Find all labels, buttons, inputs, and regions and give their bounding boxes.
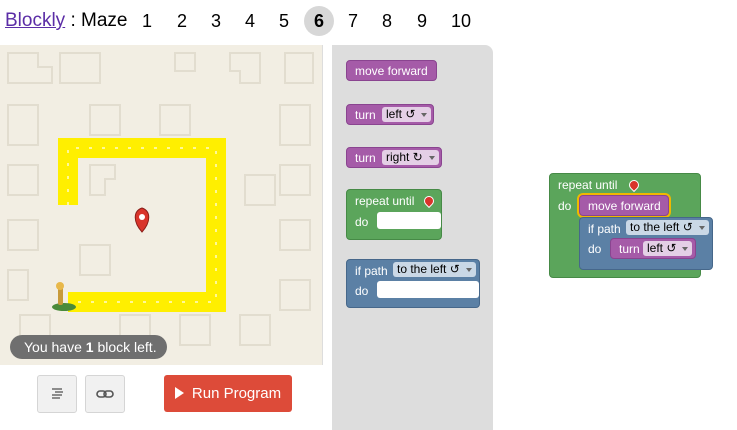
bottom-toolbar: Run Program [0, 365, 332, 430]
status-count: 1 [85, 339, 94, 355]
block-label: move forward [355, 64, 428, 78]
run-program-button[interactable]: Run Program [164, 375, 292, 412]
goal-marker-icon [421, 193, 437, 209]
program-workspace[interactable]: repeat until do move forward if path to … [493, 45, 737, 430]
block-label: turn [619, 242, 640, 256]
block-label: turn [355, 151, 376, 165]
goal-marker-icon [626, 177, 642, 193]
workspace-repeat-until-block[interactable]: repeat until do move forward if path to … [549, 173, 713, 278]
workspace-move-forward-block[interactable]: move forward [579, 195, 669, 216]
dropdown-value: left ↺ [647, 241, 677, 255]
turn-direction-dropdown[interactable]: left ↺ [643, 241, 693, 256]
toolbox-turn-right-block[interactable]: turn right ↻ [346, 147, 442, 168]
chevron-down-icon [682, 247, 689, 251]
toolbox-move-forward-block[interactable]: move forward [346, 60, 437, 81]
page-title: Maze [81, 10, 128, 31]
maze-canvas: You have 1 block left. [0, 45, 323, 365]
header: Blockly : Maze 1 2 3 4 5 6 7 8 9 10 [0, 0, 737, 42]
breadcrumb: Blockly : Maze [5, 10, 128, 32]
workspace-if-path-block[interactable]: if path to the left ↺ do turn left ↺ [579, 217, 713, 270]
level-9-link[interactable]: 9 [407, 6, 437, 36]
chevron-down-icon [428, 156, 435, 160]
dropdown-value: right ↻ [386, 150, 423, 164]
dropdown-value: to the left ↺ [630, 220, 693, 234]
status-suffix: block left. [93, 339, 157, 355]
level-3-link[interactable]: 3 [201, 6, 231, 36]
blockly-home-link[interactable]: Blockly [5, 10, 65, 31]
level-2-link[interactable]: 2 [167, 6, 197, 36]
blocks-left-status: You have 1 block left. [10, 335, 167, 359]
statement-slot[interactable] [377, 212, 441, 229]
block-do-label: do [558, 199, 572, 213]
show-code-button[interactable] [37, 375, 77, 413]
block-label: if path [355, 264, 388, 278]
dropdown-value: to the left ↺ [397, 262, 460, 276]
turn-direction-dropdown[interactable]: left ↺ [382, 107, 432, 122]
level-8-link[interactable]: 8 [372, 6, 402, 36]
block-label: repeat until [558, 178, 618, 192]
block-toolbox: move forward turn left ↺ turn right ↻ re… [332, 45, 493, 430]
maze-board [7, 52, 314, 356]
link-button[interactable] [85, 375, 125, 413]
code-icon [52, 388, 63, 399]
path-direction-dropdown[interactable]: to the left ↺ [393, 262, 476, 277]
level-6-link[interactable]: 6 [304, 6, 334, 36]
level-7-link[interactable]: 7 [338, 6, 368, 36]
block-do-label: do [355, 284, 369, 298]
chevron-down-icon [465, 268, 472, 272]
block-label: repeat until [355, 194, 415, 208]
level-10-link[interactable]: 10 [446, 6, 476, 36]
breadcrumb-separator: : [65, 10, 82, 31]
statement-slot[interactable] [377, 281, 479, 298]
block-label: if path [588, 222, 621, 236]
level-1-link[interactable]: 1 [132, 6, 162, 36]
workspace-turn-left-block[interactable]: turn left ↺ [610, 238, 696, 259]
block-label: turn [355, 108, 376, 122]
status-prefix: You have [24, 339, 86, 355]
chevron-down-icon [421, 113, 428, 117]
toolbox-if-path-block[interactable]: if path to the left ↺ do [346, 259, 480, 308]
goal-marker-icon [134, 207, 150, 233]
level-4-link[interactable]: 4 [235, 6, 265, 36]
turn-direction-dropdown[interactable]: right ↻ [382, 150, 439, 165]
toolbox-turn-left-block[interactable]: turn left ↺ [346, 104, 434, 125]
level-5-link[interactable]: 5 [269, 6, 299, 36]
path-direction-dropdown[interactable]: to the left ↺ [626, 220, 709, 235]
dropdown-value: left ↺ [386, 107, 416, 121]
toolbox-repeat-until-block[interactable]: repeat until do [346, 189, 442, 240]
chevron-down-icon [698, 226, 705, 230]
block-do-label: do [588, 242, 602, 256]
play-icon [174, 387, 184, 399]
link-icon [96, 390, 114, 398]
run-program-label: Run Program [191, 385, 282, 402]
block-do-label: do [355, 215, 369, 229]
block-label: move forward [588, 199, 661, 213]
